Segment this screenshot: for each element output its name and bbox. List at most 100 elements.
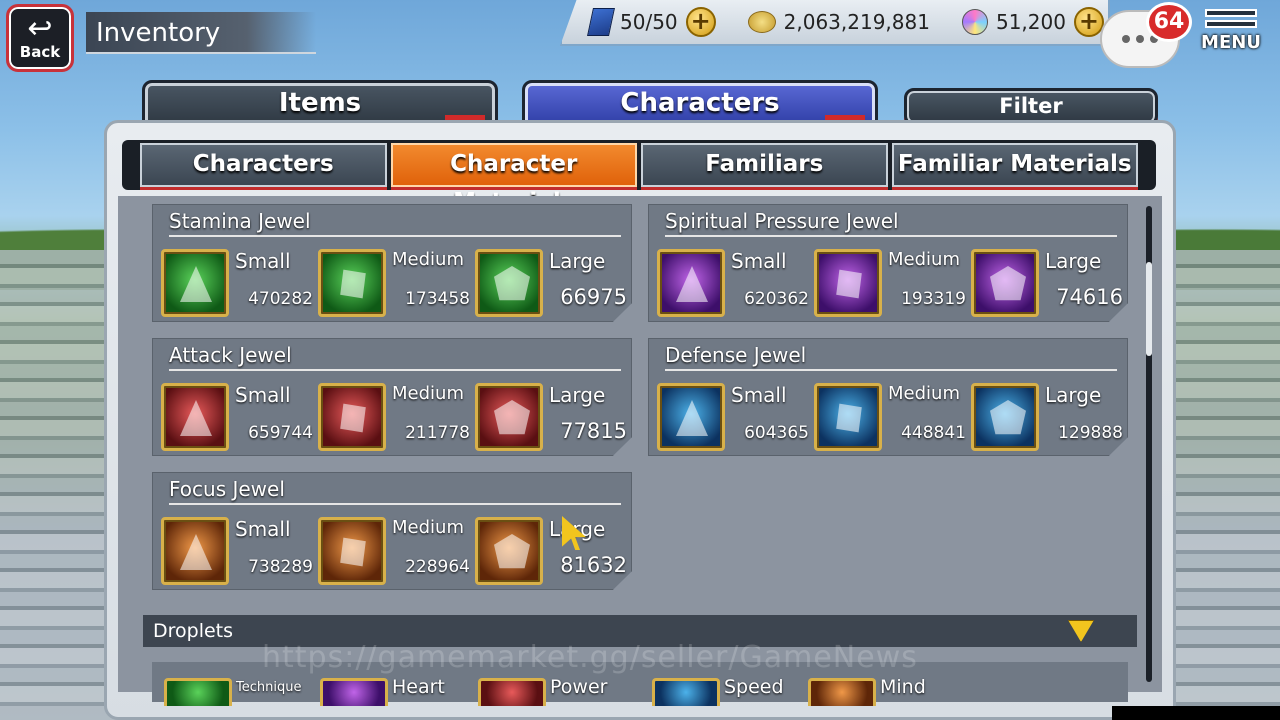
group-title: Spiritual Pressure Jewel	[665, 209, 1117, 237]
jewel-group-defense: Defense Jewel Small 604365 Medium 448841…	[648, 338, 1128, 456]
group-title: Attack Jewel	[169, 343, 621, 371]
defense-jewel-large-icon	[971, 383, 1039, 451]
attack-jewel-large-icon	[475, 383, 543, 451]
group-title: Defense Jewel	[665, 343, 1117, 371]
item-quantity: 129888	[1058, 423, 1123, 443]
background-city-right	[1160, 250, 1280, 720]
item-quantity: 81632	[560, 553, 627, 577]
power-droplet-icon	[478, 678, 546, 706]
spiritual-jewel-small-icon	[657, 249, 725, 317]
technique-droplet-icon	[164, 678, 232, 706]
jewel-group-spiritual-pressure: Spiritual Pressure Jewel Small 620362 Me…	[648, 204, 1128, 322]
droplet-label: Power	[550, 676, 608, 698]
subtab-familiar-materials[interactable]: Familiar Materials	[891, 143, 1138, 187]
droplets-label: Droplets	[153, 620, 234, 642]
droplet-label: Speed	[724, 676, 784, 698]
subtab-familiars[interactable]: Familiars	[641, 143, 888, 187]
group-title: Stamina Jewel	[169, 209, 621, 237]
droplet-item[interactable]: Mind	[808, 676, 958, 706]
jewel-item[interactable]: Large 74616	[971, 249, 1127, 319]
menu-label: MENU	[1201, 32, 1261, 53]
watermark: https://gamemarket.gg/seller/GameNews	[262, 640, 918, 675]
subtab-character-materials[interactable]: Character Materials	[390, 143, 637, 215]
size-label: Small	[235, 383, 291, 407]
size-label: Small	[731, 249, 787, 273]
jewel-item[interactable]: Medium 448841	[814, 383, 970, 453]
group-title: Focus Jewel	[169, 477, 621, 505]
add-orbs-button[interactable]: +	[1073, 7, 1104, 37]
orb-icon	[961, 9, 988, 35]
jewel-item[interactable]: Small 738289	[161, 517, 317, 587]
orb-value: 51,200	[995, 10, 1066, 34]
item-quantity: 604365	[744, 423, 809, 443]
jewel-item[interactable]: Medium 211778	[318, 383, 474, 453]
size-label: Medium	[392, 249, 464, 270]
menu-bar-icon	[1205, 9, 1257, 17]
droplet-item[interactable]: Heart	[320, 676, 470, 706]
item-quantity: 448841	[901, 423, 966, 443]
add-stamina-button[interactable]: +	[685, 7, 716, 37]
jewel-item[interactable]: Small 604365	[657, 383, 813, 453]
back-arrow-icon: ↩	[27, 11, 53, 46]
jewel-group-focus: Focus Jewel Small 738289 Medium 228964 L…	[152, 472, 632, 590]
droplet-label: Heart	[392, 676, 445, 698]
speed-droplet-icon	[652, 678, 720, 706]
item-quantity: 470282	[248, 289, 313, 309]
droplet-label: Mind	[880, 676, 926, 698]
menu-button[interactable]: MENU	[1198, 6, 1264, 72]
stamina-value: 50/50	[620, 10, 678, 34]
attack-jewel-medium-icon	[318, 383, 386, 451]
notification-badge: 64	[1146, 2, 1192, 42]
jewel-item[interactable]: Small 470282	[161, 249, 317, 319]
back-button[interactable]: ↩ Back	[6, 4, 74, 72]
heart-droplet-icon	[320, 678, 388, 706]
chat-dot-icon	[1122, 35, 1130, 43]
stamina-jewel-large-icon	[475, 249, 543, 317]
menu-bar-icon	[1205, 20, 1257, 28]
size-label: Medium	[392, 517, 464, 538]
item-quantity: 228964	[405, 557, 470, 577]
stamina-jewel-small-icon	[161, 249, 229, 317]
size-label: Small	[235, 517, 291, 541]
resource-bar: 50/50 + 2,063,219,881 51,200 +	[560, 0, 1110, 46]
jewel-item[interactable]: Large 77815	[475, 383, 631, 453]
focus-jewel-medium-icon	[318, 517, 386, 585]
tab-characters-label: Characters	[620, 88, 780, 118]
jewel-group-stamina: Stamina Jewel Small 470282 Medium 173458…	[152, 204, 632, 322]
coin-value: 2,063,219,881	[783, 10, 930, 34]
defense-jewel-small-icon	[657, 383, 725, 451]
jewel-item[interactable]: Medium 193319	[814, 249, 970, 319]
jewel-item[interactable]: Large 66975	[475, 249, 631, 319]
item-quantity: 659744	[248, 423, 313, 443]
jewel-item[interactable]: Medium 173458	[318, 249, 474, 319]
scrollbar-thumb[interactable]	[1146, 262, 1152, 356]
size-label: Large	[549, 249, 606, 273]
jewel-item[interactable]: Large 81632	[475, 517, 631, 587]
droplet-item[interactable]: Speed	[652, 676, 802, 706]
jewel-item[interactable]: Small 659744	[161, 383, 317, 453]
subtab-characters[interactable]: Characters	[140, 143, 387, 187]
subtab-bar: Characters Character Materials Familiars…	[122, 140, 1156, 215]
jewel-item[interactable]: Large 129888	[971, 383, 1127, 453]
defense-jewel-medium-icon	[814, 383, 882, 451]
droplet-item[interactable]: Power	[478, 676, 628, 706]
item-quantity: 66975	[560, 285, 627, 309]
back-label: Back	[19, 43, 61, 61]
size-label: Medium	[888, 249, 960, 270]
item-quantity: 74616	[1056, 285, 1123, 309]
jewel-item[interactable]: Small 620362	[657, 249, 813, 319]
size-label: Small	[235, 249, 291, 273]
size-label: Large	[1045, 249, 1102, 273]
size-label: Large	[549, 383, 606, 407]
jewel-group-attack: Attack Jewel Small 659744 Medium 211778 …	[152, 338, 632, 456]
droplet-item[interactable]: Technique	[164, 676, 314, 706]
droplet-label: Technique	[236, 680, 302, 695]
coin-icon	[747, 11, 776, 33]
size-label: Small	[731, 383, 787, 407]
size-label: Medium	[888, 383, 960, 404]
item-quantity: 738289	[248, 557, 313, 577]
spiritual-jewel-large-icon	[971, 249, 1039, 317]
jewel-item[interactable]: Medium 228964	[318, 517, 474, 587]
spiritual-jewel-medium-icon	[814, 249, 882, 317]
page-title: Inventory	[86, 12, 316, 54]
